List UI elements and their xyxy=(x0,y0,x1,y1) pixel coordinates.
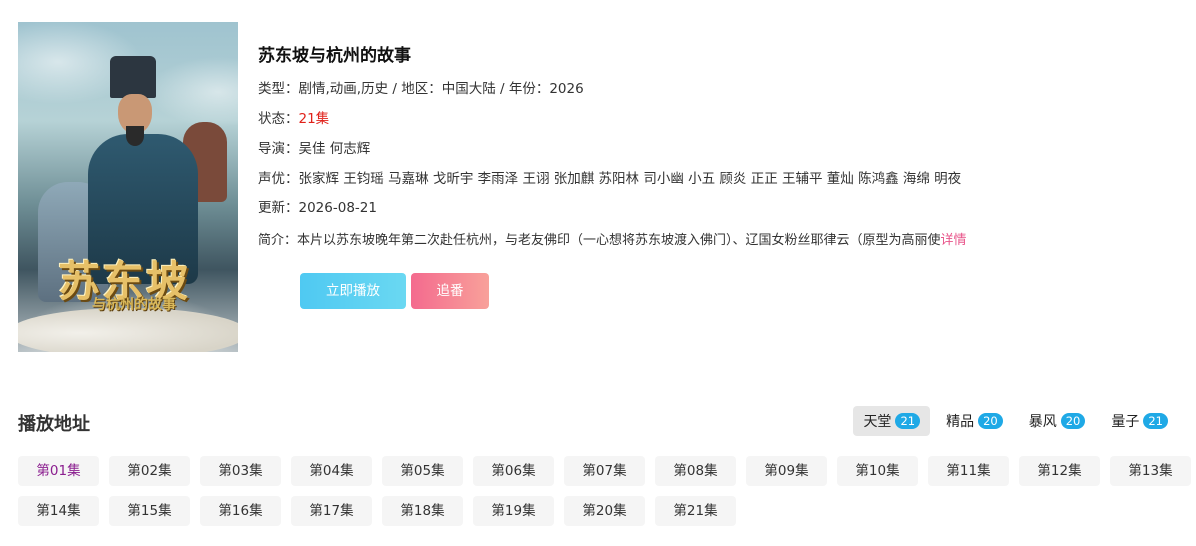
play-button[interactable]: 立即播放 xyxy=(300,273,406,309)
episode-button[interactable]: 第14集 xyxy=(18,496,99,526)
show-info: 苏东坡与杭州的故事 类型：剧情,动画,历史 / 地区：中国大陆 / 年份：202… xyxy=(258,44,967,309)
playlist-title: 播放地址 xyxy=(18,414,90,435)
source-tab-liangzi[interactable]: 量子 21 xyxy=(1101,406,1178,436)
source-tab-name: 精品 xyxy=(946,414,975,430)
source-tab-name: 暴风 xyxy=(1028,414,1057,430)
poster-figure-beard xyxy=(126,126,144,146)
show-title: 苏东坡与杭州的故事 xyxy=(258,46,411,66)
episode-list: 第01集 第02集 第03集 第04集 第05集 第06集 第07集 第08集 … xyxy=(18,456,1196,526)
director-label: 导演： xyxy=(258,141,299,157)
source-tabs: 天堂 21 精品 20 暴风 20 量子 21 xyxy=(853,406,1178,436)
updated-value: 2026-08-21 xyxy=(298,200,377,216)
voice-actor-names[interactable]: 张家辉 王钧瑶 马嘉琳 戈昕宇 李雨泽 王诩 张加麒 苏阳林 司小幽 小五 顾炎… xyxy=(299,171,962,187)
updated-label: 更新： xyxy=(258,200,299,216)
source-tab-count-badge: 20 xyxy=(1060,413,1086,429)
episode-button[interactable]: 第03集 xyxy=(200,456,281,486)
episode-button[interactable]: 第19集 xyxy=(473,496,554,526)
source-tab-count-badge: 20 xyxy=(978,413,1003,429)
status-label: 状态： xyxy=(258,111,299,127)
episode-button[interactable]: 第15集 xyxy=(109,496,190,526)
episode-button[interactable]: 第01集 xyxy=(18,456,99,486)
episode-button[interactable]: 第17集 xyxy=(291,496,372,526)
type-row: 类型：剧情,动画,历史 / 地区：中国大陆 / 年份：2026 xyxy=(258,81,584,97)
status-row: 状态：21集 xyxy=(258,109,329,129)
episode-button[interactable]: 第08集 xyxy=(655,456,736,486)
episode-button[interactable]: 第18集 xyxy=(382,496,463,526)
episode-button[interactable]: 第06集 xyxy=(473,456,554,486)
poster-image[interactable]: 苏东坡 与杭州的故事 xyxy=(18,22,238,352)
episode-button[interactable]: 第07集 xyxy=(564,456,645,486)
follow-button[interactable]: 追番 xyxy=(411,273,489,309)
voice-label: 声优： xyxy=(258,171,299,187)
summary-text: 本片以苏东坡晚年第二次赴任杭州，与老友佛印（一心想将苏东坡渡入佛门）、辽国女粉丝… xyxy=(297,233,941,248)
episode-button[interactable]: 第02集 xyxy=(109,456,190,486)
source-tab-tiantang[interactable]: 天堂 21 xyxy=(853,406,931,436)
director-row: 导演：吴佳 何志辉 xyxy=(258,139,370,159)
source-tab-jingpin[interactable]: 精品 20 xyxy=(936,406,1013,436)
voice-row: 声优：张家辉 王钧瑶 马嘉琳 戈昕宇 李雨泽 王诩 张加麒 苏阳林 司小幽 小五… xyxy=(258,169,961,189)
source-tab-baofeng[interactable]: 暴风 20 xyxy=(1019,406,1096,436)
status-value: 21集 xyxy=(298,111,330,127)
summary-row: 简介：本片以苏东坡晚年第二次赴任杭州，与老友佛印（一心想将苏东坡渡入佛门）、辽国… xyxy=(258,231,967,251)
updated-row: 更新：2026-08-21 xyxy=(258,198,377,218)
poster-figure-hat xyxy=(110,56,156,98)
source-tab-count-badge: 21 xyxy=(1143,413,1168,429)
episode-button[interactable]: 第16集 xyxy=(200,496,281,526)
poster-cloud xyxy=(18,308,238,352)
episode-button[interactable]: 第10集 xyxy=(837,456,918,486)
source-tab-count-badge: 21 xyxy=(895,413,921,429)
source-tab-name: 量子 xyxy=(1111,414,1140,430)
summary-more-link[interactable]: 详情 xyxy=(941,233,967,248)
source-tab-name: 天堂 xyxy=(863,414,892,430)
director-names[interactable]: 吴佳 何志辉 xyxy=(299,141,371,157)
episode-button[interactable]: 第20集 xyxy=(564,496,645,526)
episode-button[interactable]: 第12集 xyxy=(1019,456,1100,486)
summary-label: 简介： xyxy=(258,233,298,248)
poster-subtitle-art: 与杭州的故事 xyxy=(92,297,176,313)
episode-button[interactable]: 第21集 xyxy=(655,496,736,526)
episode-button[interactable]: 第09集 xyxy=(746,456,827,486)
episode-button[interactable]: 第04集 xyxy=(291,456,372,486)
episode-button[interactable]: 第13集 xyxy=(1110,456,1191,486)
episode-button[interactable]: 第11集 xyxy=(928,456,1009,486)
episode-button[interactable]: 第05集 xyxy=(382,456,463,486)
